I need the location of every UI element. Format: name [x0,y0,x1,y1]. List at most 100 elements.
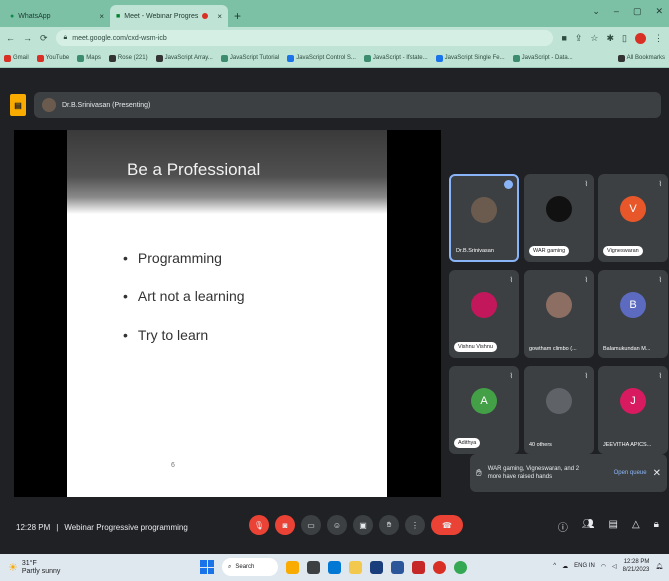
volume-icon[interactable]: ◁ [612,563,617,570]
participant-tile[interactable]: Dr.B.Srinivasan [449,174,519,262]
windows-taskbar: ☀︎ 31°F Partly sunny ⌕ Search ^ ☁︎ ENG I… [0,554,669,581]
cloud-icon[interactable]: ☁︎ [562,563,568,570]
globe-icon [155,54,163,62]
maximize-icon[interactable]: ▢ [633,6,642,17]
raised-hands-banner: ✋︎ WAR gaming, Vigneswaran, and 2 more h… [470,454,667,492]
close-icon[interactable]: × [99,12,104,21]
meet-area: ▤ Dr.B.Srinivasan (Presenting) Be a Prof… [0,68,669,554]
edge-icon[interactable] [328,560,341,574]
task-view-icon[interactable] [307,560,320,574]
camera-icon[interactable]: ■ [561,33,566,43]
extensions-icon[interactable]: ✱ [607,33,615,44]
bookmark-js-data[interactable]: JavaScript - Data... [512,54,573,62]
profile-avatar[interactable] [635,32,646,44]
bookmark-js-control[interactable]: JavaScript Control S... [287,54,356,62]
bookmark-js-array[interactable]: JavaScript Array... [155,54,213,62]
participant-tile[interactable]: ⌇ gowtham climbo (... [524,270,594,358]
menu-icon[interactable]: ⋮ [654,33,663,44]
more-options-button[interactable]: ⋮ [405,515,425,535]
open-queue-button[interactable]: Open queue [614,470,647,476]
window-controls: ⌄ – ▢ ✕ [592,6,663,17]
globe-icon [512,54,520,62]
chevron-up-icon[interactable]: ^ [553,563,556,569]
info-icon[interactable]: ⓘ [558,519,568,534]
tab-meet[interactable]: ■ Meet - Webinar Progressiv × [110,5,228,27]
participant-tile[interactable]: ⌇ Vishnu Vishnu [449,270,519,358]
mcafee-icon[interactable] [412,560,425,574]
chrome-icon[interactable] [433,560,446,574]
wifi-icon[interactable]: ◠ [601,563,606,570]
raise-hand-button[interactable]: ✋︎ [379,515,399,535]
avatar: A [471,388,497,415]
reload-icon[interactable]: ⟳ [40,33,48,44]
mic-muted-icon: ⌇ [584,373,588,380]
participant-name: gowtham climbo (... [529,346,577,352]
avatar [546,388,572,415]
avatar: B [620,292,646,319]
share-icon[interactable]: ⇪ [575,33,583,44]
host-controls-icon[interactable]: 🔒︎ [654,519,659,534]
slides-icon[interactable]: ▤ [10,94,26,116]
tab-whatsapp[interactable]: ● WhatsApp × [4,5,110,27]
folder-icon [617,54,625,62]
new-tab-button[interactable]: + [228,9,247,27]
presentation-stage[interactable]: Be a Professional • Programming • Art not … [14,130,441,497]
taskbar-search[interactable]: ⌕ Search [222,558,278,576]
avatar [471,292,497,319]
camera-off-button[interactable]: ◙ [275,515,295,535]
phone-end-icon: ☎︎ [442,520,452,530]
forward-icon[interactable]: → [23,33,32,43]
bookmark-js-single[interactable]: JavaScript Single Fe... [435,54,505,62]
participant-tile[interactable]: J ⌇ JEEVITHA APICS... [598,366,668,454]
captions-button[interactable]: ▭ [301,515,321,535]
bookmark-js-ifstate[interactable]: JavaScript - Ifstate... [363,54,428,62]
bookmark-rose[interactable]: Rose (221) [108,54,148,62]
mic-muted-icon: ⌇ [584,181,588,188]
bottom-toolbar: 12:28 PM | Webinar Progressive programmi… [0,509,669,545]
store-icon[interactable] [370,560,383,574]
weather-temp: 31°F [21,559,37,567]
star-icon[interactable]: ☆ [590,33,598,44]
avatar [546,292,572,319]
widgets-icon[interactable] [286,560,299,574]
leave-call-button[interactable]: ☎︎ [431,515,463,535]
participant-tile[interactable]: V ⌇ Vigneswaran [598,174,668,262]
clock[interactable]: 12:28 PM 8/21/2023 [623,558,650,574]
bookmark-gmail[interactable]: Gmail [4,54,29,62]
participant-tile[interactable]: ⌇ WAR gaming [524,174,594,262]
mic-muted-icon: ⌇ [658,181,662,188]
activities-icon[interactable]: △ [632,519,640,534]
windows-start-icon[interactable] [200,560,214,574]
chat-icon[interactable]: ▤ [609,519,618,534]
lang-indicator[interactable]: ENG IN [574,563,595,569]
mic-off-button[interactable]: 🎙︎ [249,515,269,535]
participant-tile[interactable]: B ⌇ Balamukundan M... [598,270,668,358]
participant-tile[interactable]: ⌇ 40 others [524,366,594,454]
present-button[interactable]: ▣ [353,515,373,535]
bookmark-youtube[interactable]: YouTube [36,54,69,62]
url-bar[interactable]: 🔒︎ meet.google.com/cxd-wsm-icb [55,30,554,46]
minimize-icon[interactable]: – [614,6,619,17]
sidepanel-icon[interactable]: ▯ [622,33,627,44]
notification-icon[interactable]: 🔔︎ [655,563,663,570]
weather-widget[interactable]: ☀︎ 31°F Partly sunny [8,560,60,576]
whatsapp-icon: ● [10,12,15,20]
people-icon[interactable]: 👥︎ [582,519,595,534]
participant-tile[interactable]: A ⌇ Adithya [449,366,519,454]
close-window-icon[interactable]: ✕ [655,6,663,17]
hand-icon: ✋︎ [386,520,392,529]
captions-icon: ▭ [307,520,315,530]
presenter-pill[interactable]: Dr.B.Srinivasan (Presenting) [34,92,661,118]
chevron-down-icon[interactable]: ⌄ [592,6,600,17]
back-icon[interactable]: ← [6,33,15,43]
word-icon[interactable] [391,560,404,574]
close-icon[interactable]: × [217,12,222,21]
bookmark-maps[interactable]: Maps [77,54,101,62]
bookmark-js-tutorial[interactable]: JavaScript Tutorial [220,54,279,62]
close-icon[interactable]: ✕ [653,468,661,479]
chrome-profile-icon[interactable] [454,560,467,574]
all-bookmarks[interactable]: All Bookmarks [617,54,665,62]
file-explorer-icon[interactable] [349,560,362,574]
slide-page-number: 6 [171,462,175,469]
emoji-button[interactable]: ☺ [327,515,347,535]
